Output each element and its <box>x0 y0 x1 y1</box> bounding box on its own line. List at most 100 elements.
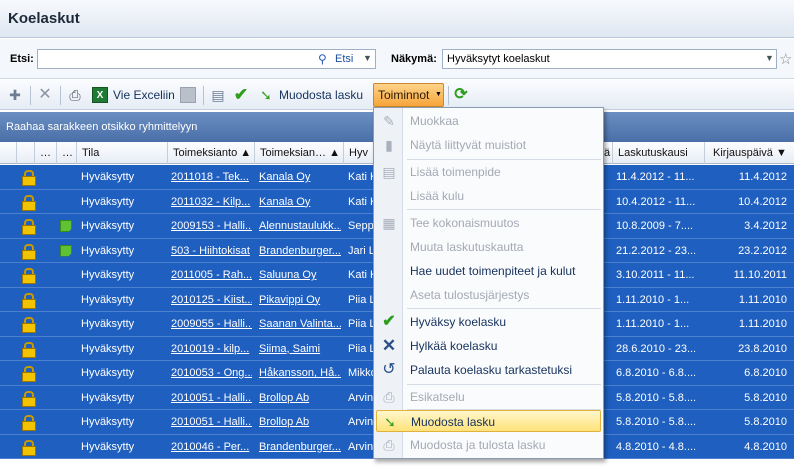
cell-toimeksiantaja-link[interactable]: Pikavippi Oy <box>259 288 341 312</box>
cell-toimeksiantaja-link[interactable]: Alennustaulukk... <box>259 214 341 238</box>
cell-toimeksiantaja-link[interactable]: Saluuna Oy <box>259 263 341 287</box>
cell-laskutuskausi: 10.4.2012 - 11... <box>616 195 696 208</box>
cell-toimeksiantaja-link[interactable]: Brandenburger... <box>259 435 341 459</box>
column-header-laskutuskausi[interactable]: Laskutuskausi <box>612 142 704 164</box>
menu-item-edit[interactable]: ✎ Muokkaa <box>374 110 603 132</box>
lock-icon <box>22 243 36 260</box>
column-header-lock[interactable]: … <box>34 142 56 164</box>
title-bar: Koelaskut <box>0 0 794 38</box>
cell-toimeksianto-link[interactable]: 2009153 - Halli... <box>171 214 252 238</box>
print-icon: ⎙ <box>383 437 395 453</box>
cell-tila: Hyväksytty <box>81 367 135 379</box>
menu-item-change-period[interactable]: Muuta laskutuskautta <box>374 236 603 258</box>
menu-item-add-action[interactable]: ▤ Lisää toimenpide <box>374 161 603 183</box>
cell-toimeksianto-link[interactable]: 2010019 - kilp... <box>171 337 252 361</box>
menu-item-fetch-new[interactable]: Hae uudet toimenpiteet ja kulut <box>374 260 603 282</box>
actions-menu-button[interactable]: Toiminnot ▼ <box>373 83 444 107</box>
create-invoice-icon: ➘ <box>384 414 396 430</box>
cell-hyvaksyja: Sepp <box>348 220 374 232</box>
refresh-icon[interactable]: ⟳ <box>453 87 469 103</box>
cell-toimeksianto-link[interactable]: 2010051 - Halli... <box>171 410 252 434</box>
menu-item-total-change[interactable]: ▦ Tee kokonaismuutos <box>374 212 603 234</box>
menu-item-create-invoice[interactable]: ➘ Muodosta lasku <box>376 410 601 432</box>
export-excel-button[interactable]: Vie Exceliin <box>113 86 175 104</box>
menu-item-approve[interactable]: ✔ Hyväksy koelasku <box>374 311 603 333</box>
cell-toimeksianto-link[interactable]: 2011032 - Kilp... <box>171 190 252 214</box>
view-select[interactable]: Hyväksytyt koelaskut ▼ <box>442 49 777 69</box>
note-icon[interactable] <box>180 87 196 103</box>
search-label: Etsi: <box>10 53 34 65</box>
cell-tila: Hyväksytty <box>81 293 135 306</box>
menu-item-create-print[interactable]: ⎙ Muodosta ja tulosta lasku <box>374 434 603 456</box>
cell-toimeksiantaja-link[interactable]: Håkansson, Hå... <box>259 361 341 385</box>
search-row: Etsi: ⚲ Etsi ▼ Näkymä: Hyväksytyt koelas… <box>0 39 794 79</box>
column-header-tila[interactable]: Tila <box>76 142 167 164</box>
cell-toimeksianto-link[interactable]: 503 - Hiihtokisat <box>171 239 252 263</box>
cell-hyvaksyja: Kati K <box>348 269 374 281</box>
approve-check-icon[interactable]: ✔ <box>233 86 249 103</box>
chevron-down-icon[interactable]: ▼ <box>765 53 774 63</box>
cell-kirjauspaiva: 5.8.2010 <box>744 391 787 404</box>
toolbar: ✚ ✕ ⎙ X Vie Exceliin ▤ ✔ ➘ Muodosta lask… <box>0 80 794 110</box>
add-icon[interactable]: ✚ <box>7 87 23 103</box>
search-input[interactable]: ⚲ Etsi ▼ <box>37 49 376 69</box>
cell-toimeksianto-link[interactable]: 2009055 - Halli... <box>171 312 252 336</box>
create-invoice-icon[interactable]: ➘ <box>258 87 274 103</box>
preview-icon: ⎙ <box>383 389 395 405</box>
lock-icon <box>22 268 36 284</box>
lock-icon <box>22 170 36 186</box>
cell-toimeksiantaja-link[interactable]: Brandenburger... <box>259 239 341 263</box>
column-header-hyvaksyja[interactable]: Hyv <box>343 142 374 164</box>
cell-kirjauspaiva: 23.8.2010 <box>738 342 787 355</box>
menu-item-preview[interactable]: ⎙ Esikatselu <box>374 386 603 408</box>
cell-kirjauspaiva: 4.8.2010 <box>744 440 787 453</box>
note-icon <box>60 220 72 232</box>
search-icon[interactable]: ⚲ <box>318 52 327 66</box>
toolbar-separator <box>30 86 31 105</box>
menu-item-print-order[interactable]: Aseta tulostusjärjestys <box>374 284 603 306</box>
cell-laskutuskausi: 5.8.2010 - 5.8.... <box>616 416 697 428</box>
cell-laskutuskausi: 21.2.2012 - 23... <box>616 244 697 257</box>
toolbar-separator <box>203 86 204 105</box>
cell-toimeksianto-link[interactable]: 2011005 - Rah... <box>171 263 252 287</box>
cell-toimeksianto-link[interactable]: 2010051 - Halli... <box>171 386 252 410</box>
delete-icon[interactable]: ✕ <box>37 87 53 103</box>
excel-icon[interactable]: X <box>92 87 108 103</box>
column-header-kirjauspaiva[interactable]: Kirjauspäivä ▼ <box>704 142 794 164</box>
column-header-select[interactable] <box>16 142 34 164</box>
print-icon[interactable]: ⎙ <box>67 87 83 103</box>
cell-laskutuskausi: 6.8.2010 - 6.8.... <box>616 367 697 379</box>
menu-separator <box>407 209 601 210</box>
create-invoice-button[interactable]: Muodosta lasku <box>279 86 363 104</box>
menu-item-reject[interactable]: ✕ Hylkää koelasku <box>374 335 603 357</box>
cell-toimeksiantaja-link[interactable]: Brollop Ab <box>259 386 341 410</box>
menu-item-show-notes[interactable]: ▮ Näytä liittyvät muistiot <box>374 134 603 156</box>
column-header-toimeksianto[interactable]: Toimeksianto ▲ <box>167 142 254 164</box>
clipboard-icon[interactable]: ▤ <box>210 87 226 103</box>
cell-toimeksianto-link[interactable]: 2010053 - Ong... <box>171 361 252 385</box>
cell-toimeksiantaja-link[interactable]: Kanala Oy <box>259 190 341 214</box>
lock-icon <box>22 292 36 309</box>
cell-toimeksiantaja-link[interactable]: Kanala Oy <box>259 165 341 189</box>
cell-toimeksiantaja-link[interactable]: Brollop Ab <box>259 410 341 434</box>
star-icon[interactable]: ☆ <box>779 50 792 68</box>
cell-kirjauspaiva: 5.8.2010 <box>744 416 787 428</box>
cell-kirjauspaiva: 3.4.2012 <box>744 220 787 232</box>
lock-icon <box>22 317 36 333</box>
cell-toimeksianto-link[interactable]: 2010046 - Per... <box>171 435 252 459</box>
toolbar-separator <box>448 86 449 105</box>
cell-tila: Hyväksytty <box>81 416 135 428</box>
menu-separator <box>407 384 601 385</box>
cell-tila: Hyväksytty <box>81 220 135 232</box>
cell-kirjauspaiva: 1.11.2010 <box>738 293 787 306</box>
menu-item-add-cost[interactable]: Lisää kulu <box>374 185 603 207</box>
cell-toimeksiantaja-link[interactable]: Saanan Valinta... <box>259 312 341 336</box>
cell-toimeksianto-link[interactable]: 2011018 - Tek... <box>171 165 252 189</box>
chevron-down-icon[interactable]: ▼ <box>363 53 372 63</box>
cell-toimeksianto-link[interactable]: 2010125 - Kiist... <box>171 288 252 312</box>
menu-item-return[interactable]: ↺ Palauta koelasku tarkastetuksi <box>374 359 603 381</box>
cell-toimeksiantaja-link[interactable]: Siima, Saimi <box>259 337 341 361</box>
column-header-toimeksiantaja[interactable]: Toimeksian… ▲ <box>254 142 343 164</box>
column-header-note[interactable]: … <box>56 142 76 164</box>
search-button[interactable]: Etsi <box>335 53 353 65</box>
